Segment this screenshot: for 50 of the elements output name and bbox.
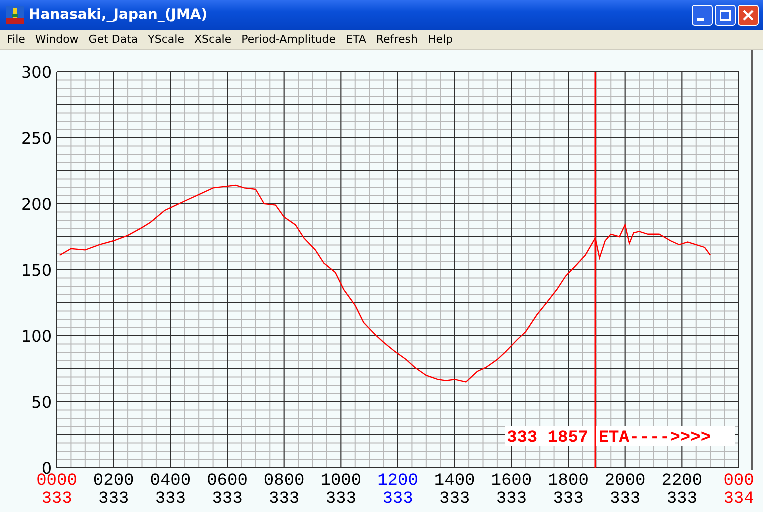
menu-item[interactable]: Period-Amplitude [236, 33, 342, 46]
minimize-icon [697, 18, 704, 20]
x-tick-label: 1600 [491, 472, 532, 491]
x-tick-label: 2200 [662, 472, 703, 491]
menu-item[interactable]: Get Data [84, 33, 144, 46]
y-tick-label: 50 [32, 393, 52, 412]
x-tick-label: 0400 [150, 472, 192, 491]
minimize-button[interactable] [692, 4, 713, 26]
x-day-label: 333 [382, 490, 414, 509]
x-day-label: 333 [666, 490, 698, 509]
x-tick-label: 0600 [207, 472, 248, 491]
y-tick-label: 200 [21, 195, 52, 214]
x-tick-label: 000 [724, 472, 754, 491]
x-day-label: 333 [496, 490, 527, 509]
x-day-label: 333 [155, 490, 186, 509]
x-day-label: 333 [610, 490, 641, 509]
maximize-icon [720, 10, 731, 20]
menu-item[interactable]: Help [422, 33, 458, 46]
x-day-label: 333 [326, 490, 356, 509]
maximize-button[interactable] [715, 4, 736, 26]
x-tick-label: 2000 [604, 472, 646, 491]
x-day-label: 334 [724, 490, 754, 509]
x-day-label: 333 [440, 490, 470, 509]
x-day-label: 333 [269, 490, 300, 509]
menu-item[interactable]: File [2, 33, 30, 46]
x-day-label: 333 [553, 490, 584, 509]
y-tick-label: 250 [21, 129, 52, 148]
x-tick-label: 1400 [434, 472, 476, 491]
menu-item[interactable]: XScale [190, 33, 237, 46]
window-title: Hanasaki,_Japan_(JMA) [29, 7, 208, 23]
x-tick-label: 1800 [548, 472, 589, 491]
close-icon [743, 10, 754, 20]
close-button[interactable] [738, 4, 759, 26]
app-icon [6, 6, 24, 24]
menu-item[interactable]: Refresh [371, 33, 423, 46]
x-tick-label: 0800 [264, 472, 305, 491]
annotation: 333 1857 ETA---->>>> [507, 429, 712, 448]
x-tick-label: 1000 [320, 472, 362, 491]
y-tick-label: 150 [21, 261, 52, 280]
x-day-label: 333 [98, 490, 130, 509]
y-tick-label: 100 [21, 327, 52, 346]
menu-item[interactable]: Window [30, 33, 84, 46]
x-day-label: 333 [42, 490, 72, 509]
menu-item[interactable]: ETA [341, 33, 372, 46]
x-tick-label: 1200 [378, 472, 418, 491]
x-tick-label: 0200 [93, 472, 134, 491]
menu-item[interactable]: YScale [143, 33, 190, 46]
y-tick-label: 300 [21, 63, 52, 82]
x-day-label: 333 [212, 490, 243, 509]
eta-label: 333 1857 ETA---->>>> [505, 426, 735, 448]
